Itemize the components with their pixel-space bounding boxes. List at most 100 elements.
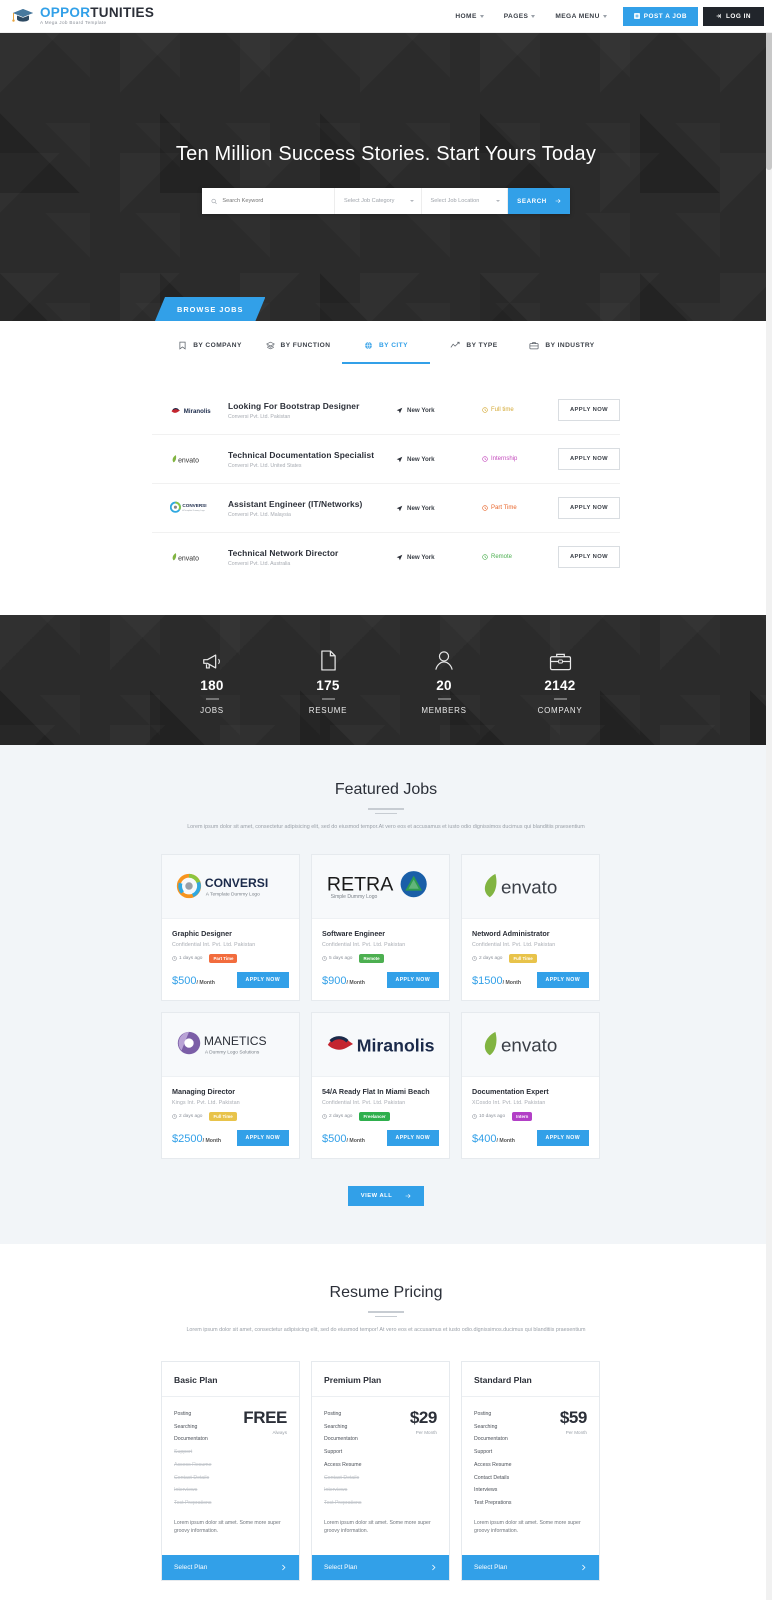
stat-jobs: 180 JOBS [154, 647, 270, 715]
job-card-meta: 1 days ago Part Time [172, 953, 289, 963]
tab-by-company[interactable]: BY COMPANY [166, 335, 254, 364]
job-card-footer: $2500/ Month APPLY NOW [162, 1121, 299, 1158]
login-button[interactable]: LOG IN [702, 6, 764, 26]
job-info: Technical Documentation Specialist Conve… [228, 450, 396, 469]
job-card-badge: Remote [359, 953, 384, 963]
plan-amount: FREE [243, 1408, 287, 1428]
plan-period: Always [272, 1430, 287, 1436]
job-category-select[interactable]: Select Job Category [335, 188, 422, 214]
apply-now-button[interactable]: APPLY NOW [236, 1129, 289, 1146]
svg-text:envato: envato [501, 877, 557, 898]
plan-feature: Interviews [474, 1487, 498, 1494]
job-card-price: $500/ Month [172, 971, 215, 989]
job-card-title[interactable]: Documentation Expert [472, 1087, 589, 1096]
job-card-badge: Full Time [509, 953, 537, 963]
clock-icon [482, 407, 488, 413]
plan-feature: Support [174, 1449, 193, 1456]
apply-now-button[interactable]: APPLY NOW [386, 1129, 439, 1146]
nav-item-home[interactable]: HOME [445, 13, 493, 20]
job-card-days-text: 5 days ago [329, 955, 353, 961]
job-title[interactable]: Technical Network Director [228, 548, 396, 558]
job-title[interactable]: Looking For Bootstrap Designer [228, 401, 396, 411]
job-card-title[interactable]: Netword Administrator [472, 929, 589, 938]
site-logo[interactable]: OPPORTUNITIES A Mega Job Board Template [10, 6, 154, 26]
page-scrollbar[interactable] [766, 0, 772, 1600]
job-card-body: 54/A Ready Flat In Miami Beach Confident… [312, 1077, 449, 1121]
tab-by-industry[interactable]: BY INDUSTRY [518, 335, 606, 364]
job-card: RETRA Simple Dummy Logo Software Engineer… [311, 853, 450, 1001]
layers-icon [265, 341, 275, 350]
nav-label: PAGES [503, 12, 529, 20]
title-divider [368, 1310, 404, 1317]
plan-feature: Posting [474, 1410, 492, 1417]
job-type: Remote [482, 554, 558, 560]
tab-label: BY TYPE [466, 342, 498, 349]
chevron-right-icon [282, 1564, 286, 1571]
job-card-title[interactable]: Managing Director [172, 1087, 289, 1096]
apply-now-button[interactable]: APPLY NOW [386, 971, 439, 988]
job-type-text: Full time [491, 407, 514, 413]
job-card-company: Confidential Int. Pvt. Ltd. Pakistan [172, 941, 256, 948]
apply-now-button[interactable]: APPLY NOW [558, 448, 620, 470]
job-card-title[interactable]: 54/A Ready Flat In Miami Beach [322, 1087, 439, 1096]
job-row: Miranolis Looking For Bootstrap Designer… [152, 386, 620, 435]
nav-item-mega-menu[interactable]: MEGA MENU [545, 13, 616, 20]
job-title[interactable]: Technical Documentation Specialist [228, 450, 396, 460]
svg-text:A Template Dummy Logo: A Template Dummy Logo [182, 509, 205, 512]
tab-by-city[interactable]: BY CITY [342, 335, 430, 364]
job-location-select[interactable]: Select Job Location [422, 188, 508, 214]
plan-feature: Documentaton [174, 1436, 208, 1443]
apply-now-button[interactable]: APPLY NOW [236, 971, 289, 988]
job-card-price: $2500/ Month [172, 1129, 221, 1147]
pricing-plan-standard: Standard Plan Posting Searching Document… [461, 1361, 600, 1581]
page-root: OPPORTUNITIES A Mega Job Board Template … [0, 0, 772, 1611]
clock-icon [472, 956, 477, 961]
job-company: Conversi Pvt. Ltd. Australia [228, 560, 291, 567]
job-info: Assistant Engineer (IT/Networks) Convers… [228, 499, 396, 518]
apply-now-button[interactable]: APPLY NOW [536, 1129, 589, 1146]
job-row: envato Technical Documentation Specialis… [152, 435, 620, 484]
job-card-days-text: 10 days ago [479, 1113, 506, 1119]
browse-jobs-tab[interactable]: BROWSE JOBS [155, 297, 265, 321]
apply-now-button[interactable]: APPLY NOW [558, 399, 620, 421]
tab-by-type[interactable]: BY TYPE [430, 335, 518, 364]
svg-text:MANETICS: MANETICS [203, 1034, 266, 1048]
apply-now-button[interactable]: APPLY NOW [558, 546, 620, 568]
job-card-title[interactable]: Software Engineer [322, 929, 439, 938]
price-period: / Month [496, 1137, 515, 1144]
select-plan-button[interactable]: Select Plan [312, 1554, 449, 1580]
nav-item-pages[interactable]: PAGES [494, 13, 546, 20]
job-card-badge: Full Time [209, 1111, 237, 1121]
job-card-company: Kings Int. Pvt. Ltd. Pakistan [172, 1099, 240, 1106]
nav-label: HOME [455, 12, 477, 20]
pricing-plans: Basic Plan Posting Searching Documentato… [161, 1361, 611, 1581]
job-card-badge: Freelancer [359, 1111, 390, 1121]
apply-now-button[interactable]: APPLY NOW [536, 971, 589, 988]
job-company: Conversi Pvt. Ltd. United States [228, 462, 302, 469]
plan-body: Posting Searching Documentaton Support A… [162, 1397, 299, 1509]
search-keyword-field[interactable] [202, 188, 335, 214]
job-card-footer: $500/ Month APPLY NOW [312, 1121, 449, 1158]
tab-by-function[interactable]: BY FUNCTION [254, 335, 342, 364]
document-icon [270, 647, 386, 671]
apply-now-button[interactable]: APPLY NOW [558, 497, 620, 519]
search-input[interactable] [222, 198, 334, 204]
select-plan-label: Select Plan [324, 1563, 358, 1571]
search-button[interactable]: SEARCH [508, 188, 570, 214]
select-plan-button[interactable]: Select Plan [162, 1554, 299, 1580]
job-card-days: 1 days ago [172, 956, 202, 961]
job-card-days: 2 days ago [322, 1114, 352, 1119]
post-a-job-button[interactable]: POST A JOB [622, 6, 698, 26]
select-plan-button[interactable]: Select Plan [462, 1554, 599, 1580]
view-all-button[interactable]: VIEW ALL [348, 1185, 424, 1206]
hero-section: Ten Million Success Stories. Start Yours… [0, 33, 772, 321]
plan-feature: Posting [174, 1410, 192, 1417]
job-title[interactable]: Assistant Engineer (IT/Networks) [228, 499, 396, 509]
job-card-body: Netword Administrator Confidential Int. … [462, 919, 599, 963]
plus-box-icon [633, 13, 640, 19]
briefcase-icon [502, 647, 618, 671]
tab-label: BY CITY [378, 342, 409, 349]
svg-text:envato: envato [178, 457, 199, 464]
job-card-title[interactable]: Graphic Designer [172, 929, 289, 938]
plan-feature: Posting [324, 1410, 342, 1417]
